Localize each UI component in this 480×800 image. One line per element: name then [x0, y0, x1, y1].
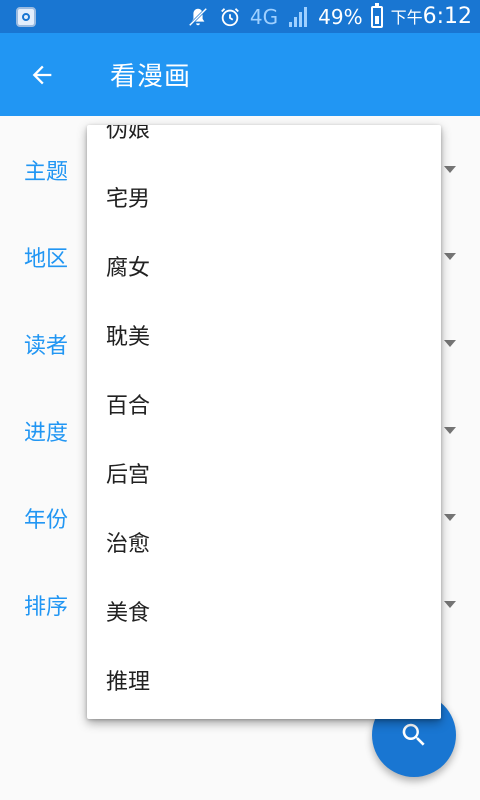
dropdown-arrow-icon: [444, 340, 456, 347]
reader-label: 读者: [24, 334, 69, 359]
dropdown-option[interactable]: 百合: [87, 369, 441, 438]
silent-bell-icon: [186, 5, 210, 29]
back-button[interactable]: [18, 51, 66, 99]
status-bar: 4G 49% 下午6:12: [0, 0, 480, 33]
time-prefix: 下午: [390, 8, 423, 27]
dropdown-arrow-icon: [444, 601, 456, 608]
clock: 6:12: [422, 4, 472, 29]
theme-dropdown-menu[interactable]: 伪娘 宅男 腐女 耽美 百合 后宫 治愈 美食 推理: [87, 125, 441, 719]
progress-label: 进度: [24, 421, 69, 446]
dropdown-option[interactable]: 腐女: [87, 231, 441, 300]
battery-icon: [370, 2, 383, 28]
dropdown-arrow-icon: [444, 427, 456, 434]
dropdown-option[interactable]: 治愈: [87, 507, 441, 576]
signal-icon: [286, 5, 310, 29]
dropdown-option[interactable]: 美食: [87, 576, 441, 645]
network-type: 4G: [249, 4, 279, 29]
region-label: 地区: [24, 247, 69, 272]
app-bar: 看漫画: [0, 33, 480, 116]
page-title: 看漫画: [110, 62, 192, 92]
dropdown-arrow-icon: [444, 514, 456, 521]
theme-label: 主题: [24, 160, 69, 185]
app-notification-icon: [16, 6, 36, 27]
battery-percent: 49%: [318, 4, 363, 29]
year-label: 年份: [24, 508, 69, 533]
arrow-left-icon: [32, 65, 52, 84]
dropdown-option[interactable]: 耽美: [87, 300, 441, 369]
dropdown-option[interactable]: 推理: [87, 645, 441, 714]
dropdown-arrow-icon: [444, 166, 456, 173]
alarm-icon: [218, 5, 242, 29]
dropdown-list: 伪娘 宅男 腐女 耽美 百合 后宫 治愈 美食 推理: [87, 125, 441, 714]
dropdown-option[interactable]: 后宫: [87, 438, 441, 507]
dropdown-option[interactable]: 伪娘: [87, 125, 441, 162]
sort-label: 排序: [24, 595, 69, 620]
dropdown-arrow-icon: [444, 253, 456, 260]
search-icon: [402, 723, 425, 746]
dropdown-option[interactable]: 宅男: [87, 162, 441, 231]
